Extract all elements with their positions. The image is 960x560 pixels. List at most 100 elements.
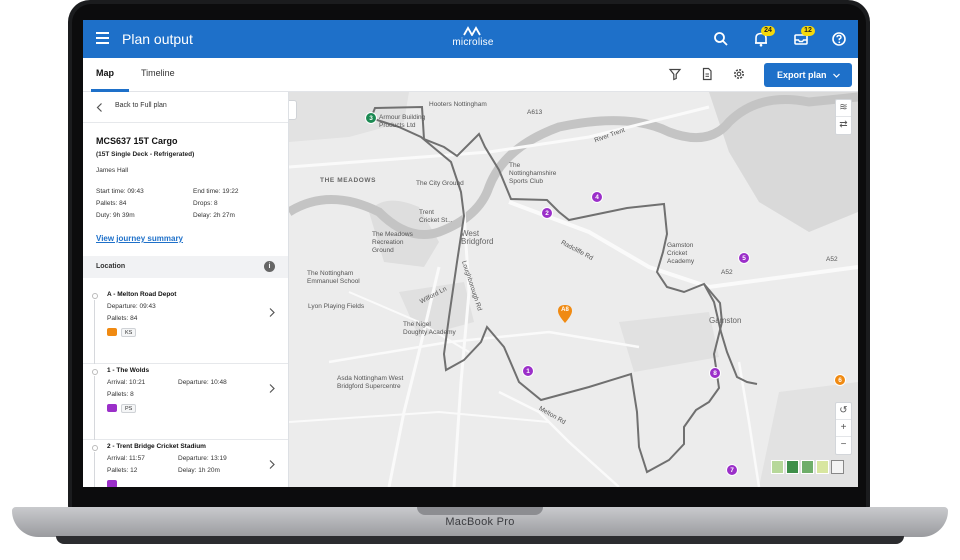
stop-dot bbox=[92, 369, 98, 375]
chevron-left-icon bbox=[96, 103, 102, 112]
map-style-light[interactable] bbox=[816, 460, 829, 474]
gear-icon[interactable] bbox=[732, 67, 746, 81]
stop-pallets: Pallets: 84 bbox=[107, 315, 138, 322]
top-bar: Plan output microlise 24 12 bbox=[83, 20, 858, 58]
vehicle-type: (15T Single Deck - Refrigerated) bbox=[96, 151, 195, 158]
map-label: A613 bbox=[527, 109, 543, 116]
filter-icon[interactable] bbox=[668, 67, 682, 81]
tab-map[interactable]: Map bbox=[96, 68, 114, 78]
chevron-down-icon bbox=[833, 73, 840, 78]
stop-pallets: Pallets: 8 bbox=[107, 391, 134, 398]
route-icon[interactable]: ⇄ bbox=[836, 117, 851, 134]
stop-departure: Departure: 10:48 bbox=[178, 379, 227, 386]
logo-text: microlise bbox=[452, 37, 494, 48]
search-icon[interactable] bbox=[712, 30, 730, 48]
map-label: Gamston Cricket Academy bbox=[667, 242, 695, 265]
zoom-out-button[interactable]: − bbox=[836, 437, 851, 454]
map-label: Hooters Nottingham bbox=[429, 101, 487, 108]
depot-pin-label: A8 bbox=[561, 307, 569, 313]
stop-arrival: Arrival: 10:21 bbox=[107, 379, 146, 386]
timeline-line bbox=[94, 376, 95, 440]
stop-marker-7[interactable]: 7 bbox=[726, 464, 738, 476]
map-tools: ≋ ⇄ bbox=[835, 99, 852, 135]
timeline-line bbox=[94, 452, 95, 487]
route-map[interactable]: Hooters Nottingham Armour Building Produ… bbox=[289, 92, 858, 487]
pallets: Pallets: 84 bbox=[96, 200, 127, 207]
stop-name: 2 - Trent Bridge Cricket Stadium bbox=[107, 443, 206, 450]
delay: Delay: 2h 27m bbox=[193, 212, 235, 219]
chevron-right-icon bbox=[269, 308, 275, 317]
stop-marker-3[interactable]: 3 bbox=[365, 112, 377, 124]
map-label: West Bridgford bbox=[461, 229, 494, 246]
timeline-line bbox=[94, 300, 95, 364]
start-time: Start time: 09:43 bbox=[96, 188, 144, 195]
laptop-foot bbox=[56, 536, 904, 544]
laptop-label: MacBook Pro bbox=[445, 516, 515, 528]
stop-item[interactable]: 1 - The Wolds Arrival: 10:21 Departure: … bbox=[83, 364, 288, 440]
map-label: Asda Nottingham West Bridgford Supercent… bbox=[337, 375, 404, 390]
map-label: The City Ground bbox=[416, 180, 464, 187]
map-style-terrain[interactable] bbox=[771, 460, 784, 474]
map-label: THE MEADOWS bbox=[320, 177, 377, 184]
stop-departure: Departure: 09:43 bbox=[107, 303, 156, 310]
document-icon[interactable] bbox=[700, 67, 714, 81]
stop-tag: PS bbox=[121, 404, 137, 413]
stop-departure: Departure: 13:19 bbox=[178, 455, 227, 462]
map-label: The Meadows Recreation Ground bbox=[372, 231, 413, 254]
notifications-badge: 24 bbox=[761, 26, 775, 36]
stop-delay: Delay: 1h 20m bbox=[178, 467, 220, 474]
stop-tag: KS bbox=[121, 328, 137, 337]
app-title: Plan output bbox=[122, 31, 193, 47]
stop-name: 1 - The Wolds bbox=[107, 367, 150, 374]
help-icon[interactable] bbox=[830, 30, 848, 48]
vehicle-name: MCS637 15T Cargo bbox=[96, 136, 178, 146]
back-label: Back to Full plan bbox=[115, 102, 167, 109]
map-style-roadmap[interactable] bbox=[831, 460, 844, 474]
stop-marker-1[interactable]: 1 bbox=[522, 365, 534, 377]
stop-dot bbox=[92, 293, 98, 299]
map-label: A52 bbox=[826, 256, 838, 263]
stop-item[interactable]: 2 - Trent Bridge Cricket Stadium Arrival… bbox=[83, 440, 288, 487]
end-time: End time: 19:22 bbox=[193, 188, 239, 195]
stop-arrival: Arrival: 11:57 bbox=[107, 455, 145, 462]
logo-icon bbox=[463, 26, 481, 36]
stop-marker-4[interactable]: 4 bbox=[591, 191, 603, 203]
chevron-right-icon bbox=[269, 460, 275, 469]
tab-timeline[interactable]: Timeline bbox=[141, 68, 175, 78]
drops: Drops: 8 bbox=[193, 200, 218, 207]
notifications-button[interactable]: 24 bbox=[752, 26, 775, 48]
layers-icon[interactable]: ≋ bbox=[836, 100, 851, 117]
laptop-base: MacBook Pro bbox=[12, 507, 948, 537]
stop-item[interactable]: A - Melton Road Depot Departure: 09:43 P… bbox=[83, 288, 288, 364]
messages-button[interactable]: 12 bbox=[792, 26, 815, 48]
stop-marker-5[interactable]: 5 bbox=[738, 252, 750, 264]
logo: microlise bbox=[443, 26, 503, 54]
zoom-in-button[interactable]: + bbox=[836, 420, 851, 437]
back-to-full-plan[interactable]: Back to Full plan bbox=[83, 92, 288, 123]
stop-marker-6[interactable]: 6 bbox=[834, 374, 846, 386]
stop-marker-2[interactable]: 2 bbox=[541, 207, 553, 219]
map-label: The Nigel Doughty Academy bbox=[403, 321, 456, 336]
export-plan-button[interactable]: Export plan bbox=[764, 63, 852, 87]
messages-badge: 12 bbox=[801, 26, 815, 36]
stop-marker-8[interactable]: 8 bbox=[709, 367, 721, 379]
location-title: Location bbox=[96, 263, 126, 270]
location-header: Location i bbox=[83, 256, 288, 278]
info-icon[interactable]: i bbox=[264, 261, 275, 272]
depot-pin[interactable]: A8 bbox=[557, 304, 573, 324]
stop-type-icon bbox=[107, 328, 117, 336]
map-style-satellite[interactable] bbox=[786, 460, 799, 474]
reset-view-button[interactable]: ↺ bbox=[836, 403, 851, 420]
stop-type-icon bbox=[107, 480, 117, 487]
view-journey-summary-link[interactable]: View journey summary bbox=[96, 234, 183, 243]
map-base bbox=[289, 92, 858, 487]
stop-pallets: Pallets: 12 bbox=[107, 467, 138, 474]
map-label: Trent Cricket St... bbox=[419, 209, 453, 224]
driver-name: James Hall bbox=[96, 167, 129, 174]
menu-icon[interactable] bbox=[96, 32, 109, 44]
map-label: A52 bbox=[721, 269, 733, 276]
laptop-notch bbox=[417, 507, 543, 515]
map-label: Armour Building Products Ltd bbox=[379, 114, 426, 129]
map-style-hybrid[interactable] bbox=[801, 460, 814, 474]
collapse-panel-handle[interactable] bbox=[289, 100, 297, 120]
